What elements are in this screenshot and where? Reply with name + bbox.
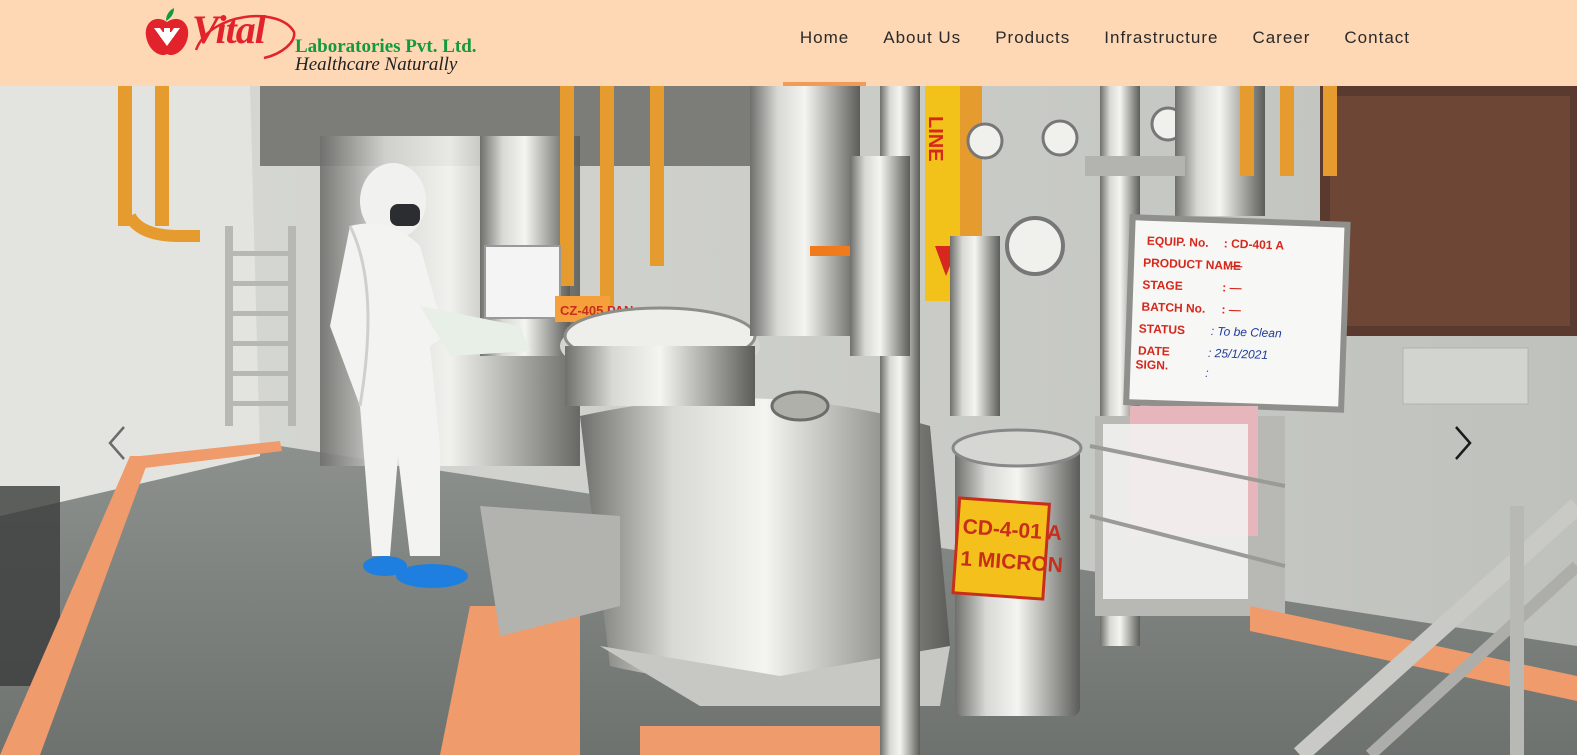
- svg-text:: 25/1/2021: : 25/1/2021: [1208, 346, 1269, 362]
- nav-infrastructure[interactable]: Infrastructure: [1087, 0, 1235, 86]
- svg-text:STAGE: STAGE: [1142, 278, 1183, 293]
- chevron-left-icon[interactable]: [104, 423, 132, 463]
- svg-text:STATUS: STATUS: [1139, 321, 1186, 337]
- nav-about-us[interactable]: About Us: [866, 0, 978, 86]
- svg-text:: —: : —: [1221, 302, 1241, 317]
- svg-text:BATCH No.: BATCH No.: [1141, 300, 1205, 316]
- nav-contact[interactable]: Contact: [1327, 0, 1427, 86]
- apple-cross-logo-icon: [145, 8, 189, 56]
- svg-text:SIGN.: SIGN.: [1135, 357, 1168, 372]
- svg-text::: :: [1205, 366, 1209, 380]
- main-nav: Home About Us Products Infrastructure Ca…: [782, 0, 1427, 86]
- equipment-status-board: EQUIP. No. : CD-401 A PRODUCT NAME : — S…: [1123, 214, 1351, 413]
- nav-home[interactable]: Home: [782, 0, 867, 86]
- company-tagline: Healthcare Naturally: [295, 54, 458, 75]
- site-header: Vital Laboratories Pvt. Ltd. Healthcare …: [0, 0, 1577, 86]
- nav-career[interactable]: Career: [1235, 0, 1327, 86]
- company-logo[interactable]: Vital Laboratories Pvt. Ltd. Healthcare …: [144, 6, 504, 78]
- svg-text:DATE: DATE: [1138, 343, 1170, 358]
- line-tag: LINE: [924, 116, 946, 162]
- nav-products[interactable]: Products: [978, 0, 1087, 86]
- svg-text:: CD-401 A: : CD-401 A: [1224, 236, 1285, 252]
- svg-text:: —: : —: [1223, 258, 1243, 273]
- svg-text:: —: : —: [1222, 280, 1242, 295]
- hero-slider: CZ-405 PAN LINE CD-4-01 A 1 MICRON EQUIP…: [0, 86, 1577, 755]
- svg-text:: To be Clean: : To be Clean: [1211, 324, 1283, 340]
- svg-text:EQUIP. No.: EQUIP. No.: [1147, 234, 1209, 250]
- chevron-right-icon[interactable]: [1448, 423, 1476, 463]
- hero-slide-image: CZ-405 PAN LINE CD-4-01 A 1 MICRON EQUIP…: [0, 86, 1577, 755]
- logo-wordmark: Vital: [192, 7, 266, 52]
